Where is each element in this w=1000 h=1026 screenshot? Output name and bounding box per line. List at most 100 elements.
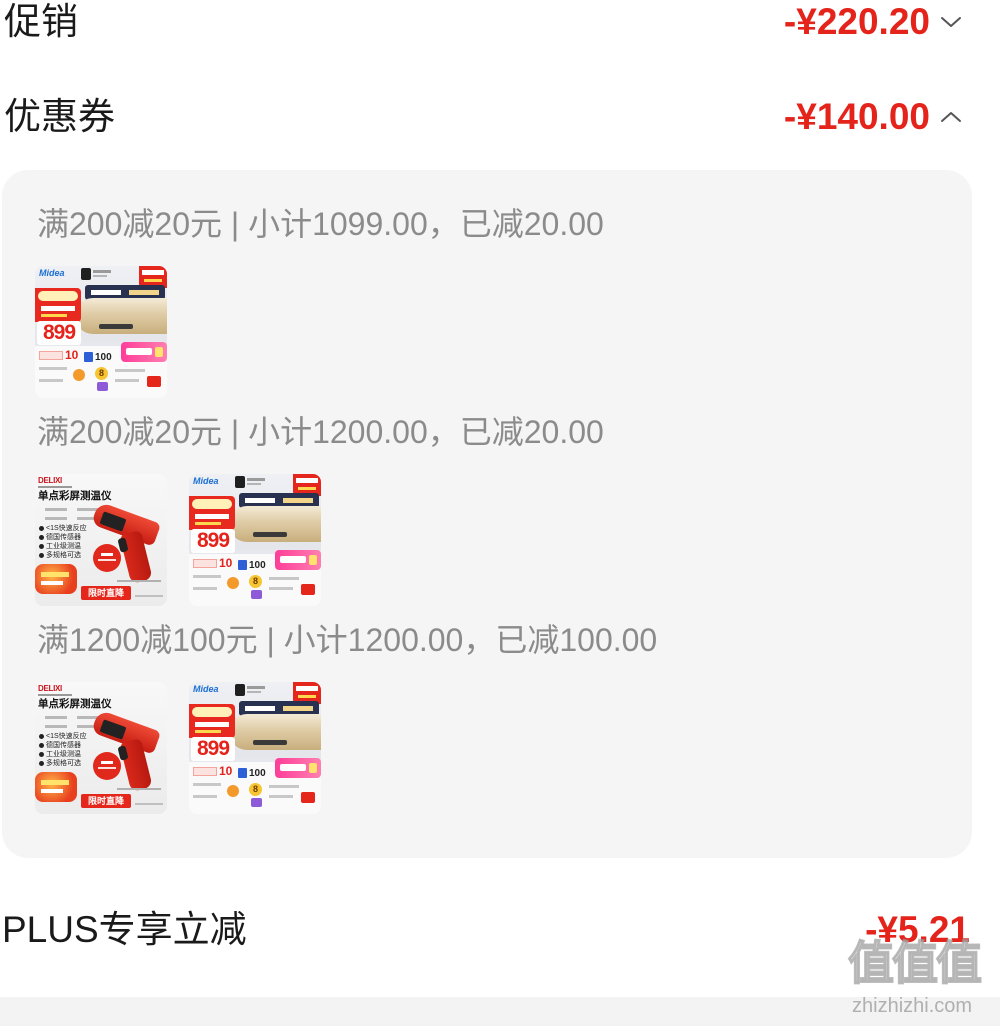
coupon-row[interactable]: 优惠券 -¥140.00: [0, 93, 1000, 141]
caption-line: [115, 379, 139, 382]
caption-line: [117, 580, 161, 582]
caption-line: [247, 483, 261, 485]
benefit-icon: [238, 768, 247, 778]
promotion-amount: -¥220.20: [783, 1, 930, 42]
caption-line: [269, 577, 299, 580]
product-thumbnail-water-heater[interactable]: Midea 899 10 100 8: [35, 266, 167, 398]
event-tag: [275, 550, 321, 570]
event-badge: [35, 772, 77, 802]
feature-item: <1S快速反应: [38, 524, 87, 533]
certification-icon: [235, 476, 245, 488]
coupon-detail-panel: 满200减20元 | 小计1099.00，已减20.00 Midea 899 1…: [2, 170, 972, 858]
caption-line: [247, 691, 261, 693]
brand-logo: DELIXI: [38, 476, 62, 485]
benefit-value: 8: [249, 783, 262, 796]
product-title: 单点彩屏测温仪: [38, 490, 112, 502]
caption-line: [38, 486, 72, 488]
product-thumbnails: Midea 899 10 100 8: [35, 266, 972, 398]
caption-line: [193, 575, 221, 578]
feature-item: <1S快速反应: [38, 732, 87, 741]
caption-line: [135, 803, 163, 805]
benefit-value: 100: [249, 560, 266, 571]
control-panel: [253, 740, 287, 745]
coupon-label: 优惠券: [4, 96, 115, 137]
chevron-up-icon[interactable]: [940, 111, 962, 123]
coupon-rule-text: 满200减20元 | 小计1099.00，已减20.00: [37, 206, 604, 242]
product-price: 899: [37, 321, 81, 345]
promo-sticker: [35, 288, 81, 322]
caption-line: [38, 694, 72, 696]
coin-icon: [73, 369, 85, 381]
chevron-down-icon[interactable]: [940, 16, 962, 28]
product-thumbnail-thermometer[interactable]: DELIXI 单点彩屏测温仪 <1S快速反应 德国传感器 工业级测温 多规格可选…: [35, 682, 167, 814]
caption-line: [135, 595, 163, 597]
event-badge: [35, 564, 77, 594]
caption-line: [45, 508, 67, 511]
product-thumbnail-water-heater[interactable]: Midea 899 10 100 8: [189, 682, 321, 814]
product-title: 单点彩屏测温仪: [38, 698, 112, 710]
control-panel: [253, 532, 287, 537]
coupon-detail-group: 满1200减100元 | 小计1200.00，已减100.00 DELIXI 单…: [35, 620, 972, 814]
coupon-detail-group: 满200减20元 | 小计1099.00，已减20.00 Midea 899 1…: [35, 204, 972, 398]
product-thumbnail-water-heater[interactable]: Midea 899 10 100 8: [189, 474, 321, 606]
promo-sticker: [189, 704, 235, 738]
coupon-rule-text: 满1200减100元 | 小计1200.00，已减100.00: [37, 622, 658, 658]
plus-discount-label: PLUS专享立减: [2, 909, 247, 950]
truck-icon: [301, 792, 315, 803]
benefit-value: 10: [219, 764, 233, 778]
caption-line: [39, 379, 63, 382]
caption-line: [193, 587, 217, 590]
coin-icon: [227, 577, 239, 589]
product-price: 899: [191, 737, 235, 761]
benefit-value: 8: [249, 575, 262, 588]
feature-item: 德国传感器: [38, 741, 87, 750]
benefit-value: 10: [65, 348, 79, 362]
coin-icon: [227, 785, 239, 797]
caption-line: [269, 587, 293, 590]
event-tag: [121, 342, 167, 362]
benefit-value: 100: [95, 352, 112, 363]
feature-item: 多规格可选: [38, 551, 87, 560]
order-discount-summary: 促销 -¥220.20 优惠券 -¥140.00 满200减20元 | 小计10…: [0, 0, 1000, 1026]
watermark-domain: zhizhizhi.com: [852, 995, 973, 1017]
product-thumbnail-thermometer[interactable]: DELIXI 单点彩屏测温仪 <1S快速反应 德国传感器 工业级测温 多规格可选…: [35, 474, 167, 606]
caption-line: [115, 369, 145, 372]
promotion-row[interactable]: 促销 -¥220.20: [0, 0, 1000, 46]
caption-line: [193, 783, 221, 786]
certification-icon: [81, 268, 91, 280]
promo-button: 限时直降: [81, 794, 131, 808]
promo-button: 限时直降: [81, 586, 131, 600]
product-price: 899: [191, 529, 235, 553]
feature-list: <1S快速反应 德国传感器 工业级测温 多规格可选: [38, 732, 87, 768]
benefit-value: 8: [95, 367, 108, 380]
truck-icon: [301, 584, 315, 595]
brand-logo: Midea: [193, 476, 219, 486]
coupon-amount: -¥140.00: [783, 96, 930, 137]
product-thumbnails: DELIXI 单点彩屏测温仪 <1S快速反应 德国传感器 工业级测温 多规格可选…: [35, 474, 972, 606]
promotion-label: 促销: [4, 1, 78, 42]
control-panel: [99, 324, 133, 329]
watermark-logo: 值值值: [847, 936, 983, 990]
benefit-value: 100: [249, 768, 266, 779]
caption-line: [39, 367, 67, 370]
event-tag: [275, 758, 321, 778]
feature-item: 工业级测温: [38, 750, 87, 759]
benefit-label: [193, 559, 217, 568]
coupon-rule-text: 满200减20元 | 小计1200.00，已减20.00: [37, 414, 604, 450]
caption-line: [45, 517, 67, 520]
benefit-label: [193, 767, 217, 776]
benefit-icon: [238, 560, 247, 570]
feature-item: 多规格可选: [38, 759, 87, 768]
feature-item: 工业级测温: [38, 542, 87, 551]
truck-icon: [147, 376, 161, 387]
range-badge: [93, 752, 121, 780]
feature-list: <1S快速反应 德国传感器 工业级测温 多规格可选: [38, 524, 87, 560]
benefit-label: [39, 351, 63, 360]
caption-line: [117, 788, 161, 790]
caption-line: [269, 785, 299, 788]
benefit-icon: [84, 352, 93, 362]
brand-logo: Midea: [39, 268, 65, 278]
caption-line: [93, 275, 107, 277]
next-section-background: [0, 997, 1000, 1026]
caption-line: [93, 270, 111, 273]
